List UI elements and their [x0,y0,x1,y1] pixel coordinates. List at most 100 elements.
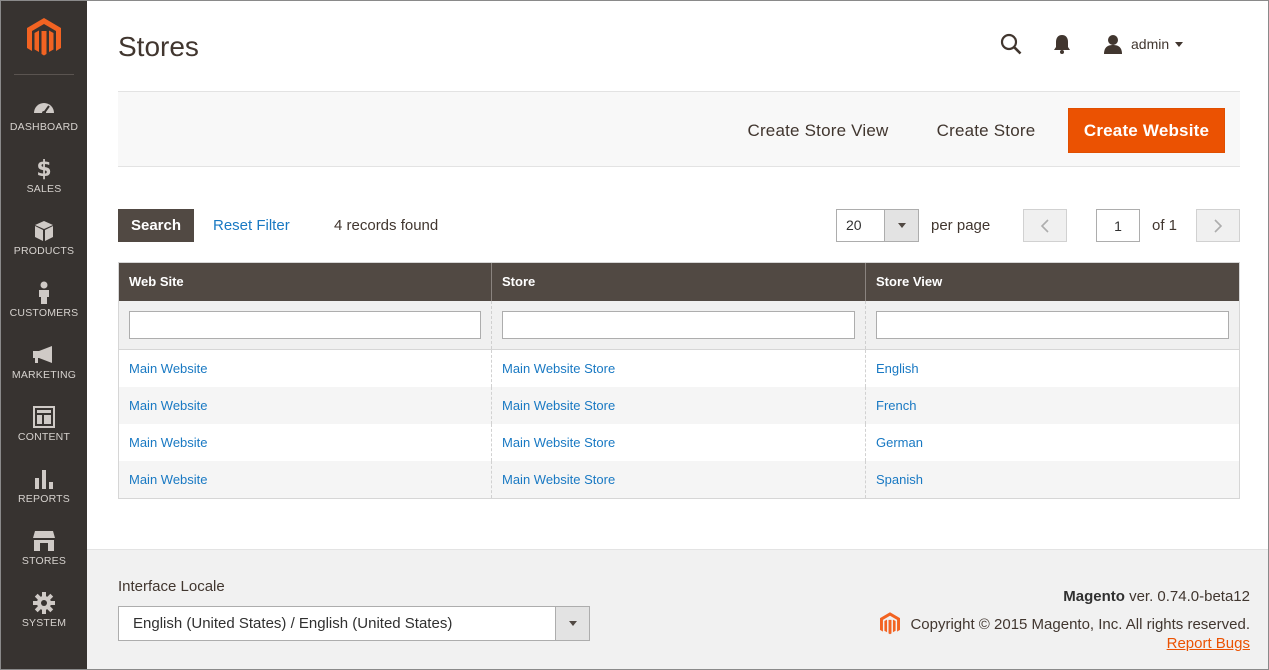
sidebar-item-label: SALES [26,183,62,195]
user-icon [1104,35,1122,54]
table-row: Main Website Main Website Store English [119,350,1239,387]
store-link[interactable]: Main Website Store [492,387,866,424]
sidebar-item-marketing[interactable]: MARKETING [1,335,87,397]
page-footer: Interface Locale English (United States)… [87,549,1268,669]
sidebar-item-label: MARKETING [11,369,77,381]
sidebar-item-label: PRODUCTS [13,245,75,257]
interface-locale-label: Interface Locale [118,578,225,595]
magento-logo-icon [27,18,61,56]
sidebar-item-reports[interactable]: REPORTS [1,459,87,521]
storefront-icon [32,529,56,553]
dashboard-gauge-icon [32,95,56,119]
chevron-down-icon [568,621,577,626]
bell-icon [1054,35,1070,54]
bar-chart-icon [32,467,56,491]
create-website-button[interactable]: Create Website [1068,108,1225,153]
store-link[interactable]: Main Website Store [492,461,866,498]
website-link[interactable]: Main Website [119,387,492,424]
table-header: Web Site Store Store View [119,263,1239,301]
store-link[interactable]: Main Website Store [492,424,866,461]
sidebar-item-products[interactable]: PRODUCTS [1,211,87,273]
website-filter-input[interactable] [129,311,481,339]
brand-name: Magento [1063,588,1125,605]
admin-sidebar: DASHBOARD $ SALES PRODUCTS CUSTOMERS MAR… [1,1,87,669]
report-bugs-link[interactable]: Report Bugs [1167,635,1250,652]
store-view-link[interactable]: Spanish [866,461,1239,498]
sidebar-item-stores[interactable]: STORES [1,521,87,583]
column-header-store-view[interactable]: Store View [866,263,1239,301]
user-name: admin [1131,36,1170,52]
website-link[interactable]: Main Website [119,350,492,387]
website-link[interactable]: Main Website [119,461,492,498]
filter-cell [119,301,492,349]
sidebar-item-label: STORES [21,555,67,567]
sidebar-item-dashboard[interactable]: DASHBOARD [1,87,87,149]
create-store-button[interactable]: Create Store [924,108,1048,153]
copyright-text: Copyright © 2015 Magento, Inc. All right… [910,615,1250,633]
page-total: of 1 [1152,217,1178,234]
per-page-value: 20 [846,217,862,233]
locale-value: English (United States) / English (Unite… [133,615,453,632]
dropdown-toggle[interactable] [884,210,918,241]
reset-filter-link[interactable]: Reset Filter [213,217,290,234]
person-icon [32,281,56,305]
sidebar-item-sales[interactable]: $ SALES [1,149,87,211]
per-page-select[interactable]: 20 [836,209,919,242]
store-filter-input[interactable] [502,311,855,339]
notifications-button[interactable] [1047,29,1077,59]
magento-logo-icon [880,612,901,635]
store-view-link[interactable]: English [866,350,1239,387]
search-button[interactable]: Search [118,209,194,242]
megaphone-icon [32,343,56,367]
version-text: ver. 0.74.0-beta12 [1124,588,1250,605]
store-view-link[interactable]: German [866,424,1239,461]
filter-row [119,301,1239,350]
column-header-website[interactable]: Web Site [119,263,492,301]
table-row: Main Website Main Website Store French [119,387,1239,424]
store-view-filter-input[interactable] [876,311,1229,339]
search-icon [1000,33,1022,55]
chevron-down-icon [897,223,906,228]
interface-locale-select[interactable]: English (United States) / English (Unite… [118,606,590,641]
sidebar-item-label: SYSTEM [21,617,67,629]
chevron-left-icon [1040,218,1049,233]
sidebar-item-label: REPORTS [18,493,70,505]
chevron-right-icon [1214,218,1223,233]
version-info: Magento ver. 0.74.0-beta12 [1063,588,1250,605]
dropdown-toggle[interactable] [555,607,589,640]
global-search-button[interactable] [996,29,1026,59]
table-body: Main Website Main Website Store English … [119,350,1239,498]
page-number-input[interactable] [1096,209,1140,242]
store-link[interactable]: Main Website Store [492,350,866,387]
copyright: Copyright © 2015 Magento, Inc. All right… [880,612,1250,636]
table-row: Main Website Main Website Store Spanish [119,461,1239,498]
layout-icon [32,405,56,429]
user-menu-button[interactable]: admin [1103,29,1193,59]
dollar-icon: $ [36,156,52,182]
magento-logo[interactable] [1,1,87,75]
stores-grid: Web Site Store Store View Main Website M… [118,262,1240,499]
next-page-button[interactable] [1196,209,1240,242]
filter-cell [492,301,866,349]
previous-page-button[interactable] [1023,209,1067,242]
box-icon [32,219,56,243]
filter-cell [866,301,1239,349]
store-view-link[interactable]: French [866,387,1239,424]
sidebar-item-label: DASHBOARD [9,121,79,133]
website-link[interactable]: Main Website [119,424,492,461]
sidebar-item-label: CONTENT [17,431,71,443]
sidebar-item-label: CUSTOMERS [9,307,79,319]
per-page-label: per page [931,217,991,234]
create-store-view-button[interactable]: Create Store View [736,108,900,153]
page-actions-bar: Create Store View Create Store Create We… [118,91,1240,167]
sidebar-item-system[interactable]: SYSTEM [1,583,87,645]
page-title: Stores [118,31,199,62]
gear-icon [32,591,56,615]
table-row: Main Website Main Website Store German [119,424,1239,461]
chevron-down-icon [1175,41,1184,47]
sidebar-divider [14,74,74,75]
sidebar-item-customers[interactable]: CUSTOMERS [1,273,87,335]
records-count: 4 records found [334,217,439,234]
column-header-store[interactable]: Store [492,263,866,301]
sidebar-item-content[interactable]: CONTENT [1,397,87,459]
